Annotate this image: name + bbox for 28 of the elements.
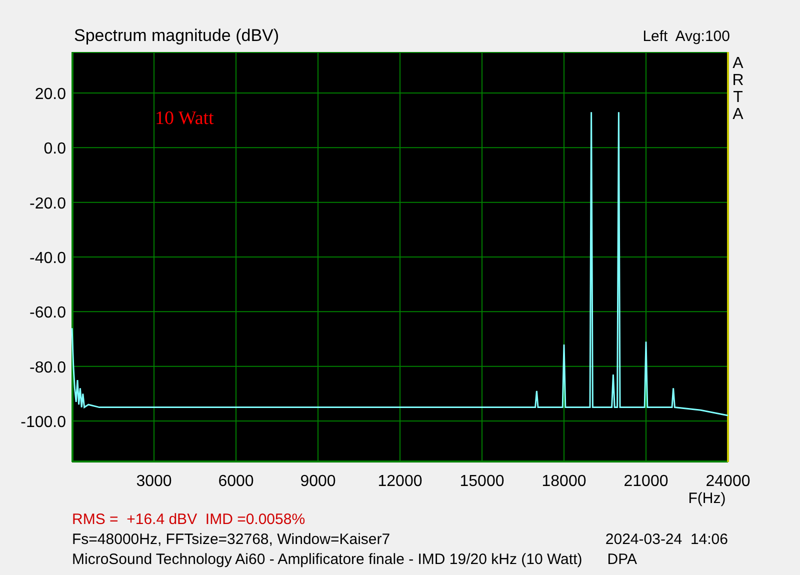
side-letter: R [732,72,744,89]
y-tick-label: 20.0 [34,86,66,103]
y-tick-label: -80.0 [30,359,66,376]
x-tick-label: 24000 [706,473,750,490]
description-text: MicroSound Technology Ai60 - Amplificatore finale - IMD 19/20 kHz (10 Watt) [72,550,582,570]
y-tick-label: -100.0 [20,414,66,431]
timestamp: 2024-03-24 14:06 [605,530,728,550]
y-tick-label: -60.0 [30,304,66,322]
y-tick-label: -20.0 [30,195,66,212]
plot-annotation: 10 Watt [155,108,214,129]
side-letter: A [732,106,744,123]
x-tick-label: 12000 [378,473,422,490]
side-letter: T [733,89,743,106]
chart-title: Spectrum magnitude (dBV) [74,24,280,46]
x-axis-label: F(Hz) [688,490,726,507]
x-tick-label: 21000 [624,473,668,490]
y-tick-label: -40.0 [30,250,66,267]
side-letter: A [732,55,744,72]
settings-text: Fs=48000Hz, FFTsize=32768, Window=Kaiser7 [72,530,390,550]
x-tick-label: 18000 [542,473,586,490]
x-tick-label: 3000 [136,473,172,490]
measurement-summary: RMS = +16.4 dBV IMD =0.0058% [72,510,306,530]
x-tick-label: 9000 [300,473,336,490]
channel-info: Left Avg:100 [642,26,730,46]
x-tick-label: 6000 [218,473,254,490]
x-tick-label: 15000 [460,473,504,490]
tag-text: DPA [607,550,637,570]
y-tick-label: 0.0 [44,140,66,158]
